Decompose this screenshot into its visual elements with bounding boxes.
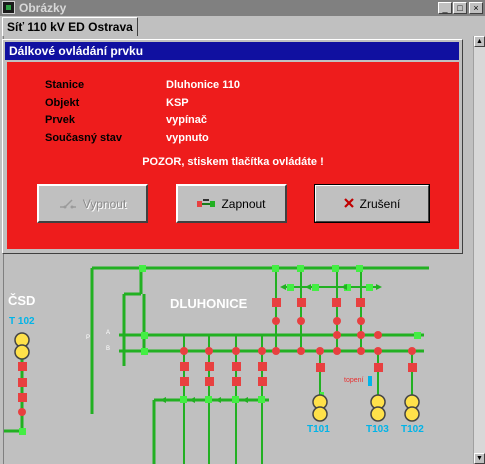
tab-strip: Síť 110 kV ED Ostrava bbox=[0, 16, 485, 36]
zruseni-button[interactable]: Zrušení bbox=[314, 184, 430, 223]
transformer-label-t102-left: T 102 bbox=[9, 316, 35, 327]
remote-control-dialog: Dálkové ovládání prvku Stanice Dluhonice… bbox=[2, 39, 463, 254]
window-title: Obrázky bbox=[19, 1, 67, 15]
switch-on-icon bbox=[197, 197, 216, 211]
scroll-down-arrow[interactable]: ▼ bbox=[474, 453, 485, 464]
bus-label-b: B bbox=[106, 346, 111, 352]
transformer-t101 bbox=[312, 394, 328, 422]
warning-text: POZOR, stiskem tlačítka ovládáte ! bbox=[142, 156, 324, 168]
cancel-x-icon bbox=[343, 197, 354, 211]
transformer-t103 bbox=[370, 394, 386, 422]
transformer-label-t101: T101 bbox=[307, 424, 330, 435]
tab-sit-110kv-ostrava[interactable]: Síť 110 kV ED Ostrava bbox=[2, 17, 138, 36]
field-label-prvek: Prvek bbox=[45, 114, 75, 126]
vertical-scrollbar[interactable]: ▲ ▼ bbox=[473, 36, 485, 464]
bus-label-p: P bbox=[86, 335, 91, 341]
bus-label-a: A bbox=[106, 330, 111, 336]
field-value-stanice: Dluhonice 110 bbox=[166, 79, 240, 91]
transformer-label-t103: T103 bbox=[366, 424, 389, 435]
maximize-button[interactable]: □ bbox=[453, 2, 467, 14]
note-topeni: topení bbox=[344, 377, 364, 384]
field-value-stav: vypnuto bbox=[166, 132, 209, 144]
dialog-title: Dálkové ovládání prvku bbox=[5, 42, 459, 60]
zapnout-button[interactable]: Zapnout bbox=[176, 184, 287, 223]
app-icon bbox=[2, 1, 15, 14]
dialog-body: Stanice Dluhonice 110 Objekt KSP Prvek v… bbox=[7, 62, 459, 249]
zruseni-label: Zrušení bbox=[359, 196, 401, 211]
zapnout-label: Zapnout bbox=[221, 196, 266, 211]
window-titlebar: Obrázky _ □ × bbox=[0, 0, 485, 16]
switch-off-icon bbox=[59, 197, 77, 211]
scroll-up-arrow[interactable]: ▲ bbox=[474, 36, 485, 47]
field-value-objekt: KSP bbox=[166, 97, 189, 109]
field-value-prvek: vypínač bbox=[166, 114, 207, 126]
field-label-objekt: Objekt bbox=[45, 97, 80, 109]
transformer-t102-right bbox=[404, 394, 420, 422]
transformer-t102-left bbox=[14, 332, 30, 360]
transformer-label-t102-right: T102 bbox=[401, 424, 424, 435]
station-label-dluhonice: DLUHONICE bbox=[170, 296, 248, 311]
field-label-stav: Současný stav bbox=[45, 132, 123, 144]
vypnout-label: Vypnout bbox=[82, 196, 127, 211]
vypnout-button[interactable]: Vypnout bbox=[37, 184, 148, 223]
station-label-csd: ČSD bbox=[8, 293, 36, 308]
minimize-button[interactable]: _ bbox=[438, 2, 452, 14]
field-label-stanice: Stanice bbox=[45, 79, 85, 91]
close-button[interactable]: × bbox=[469, 2, 483, 14]
